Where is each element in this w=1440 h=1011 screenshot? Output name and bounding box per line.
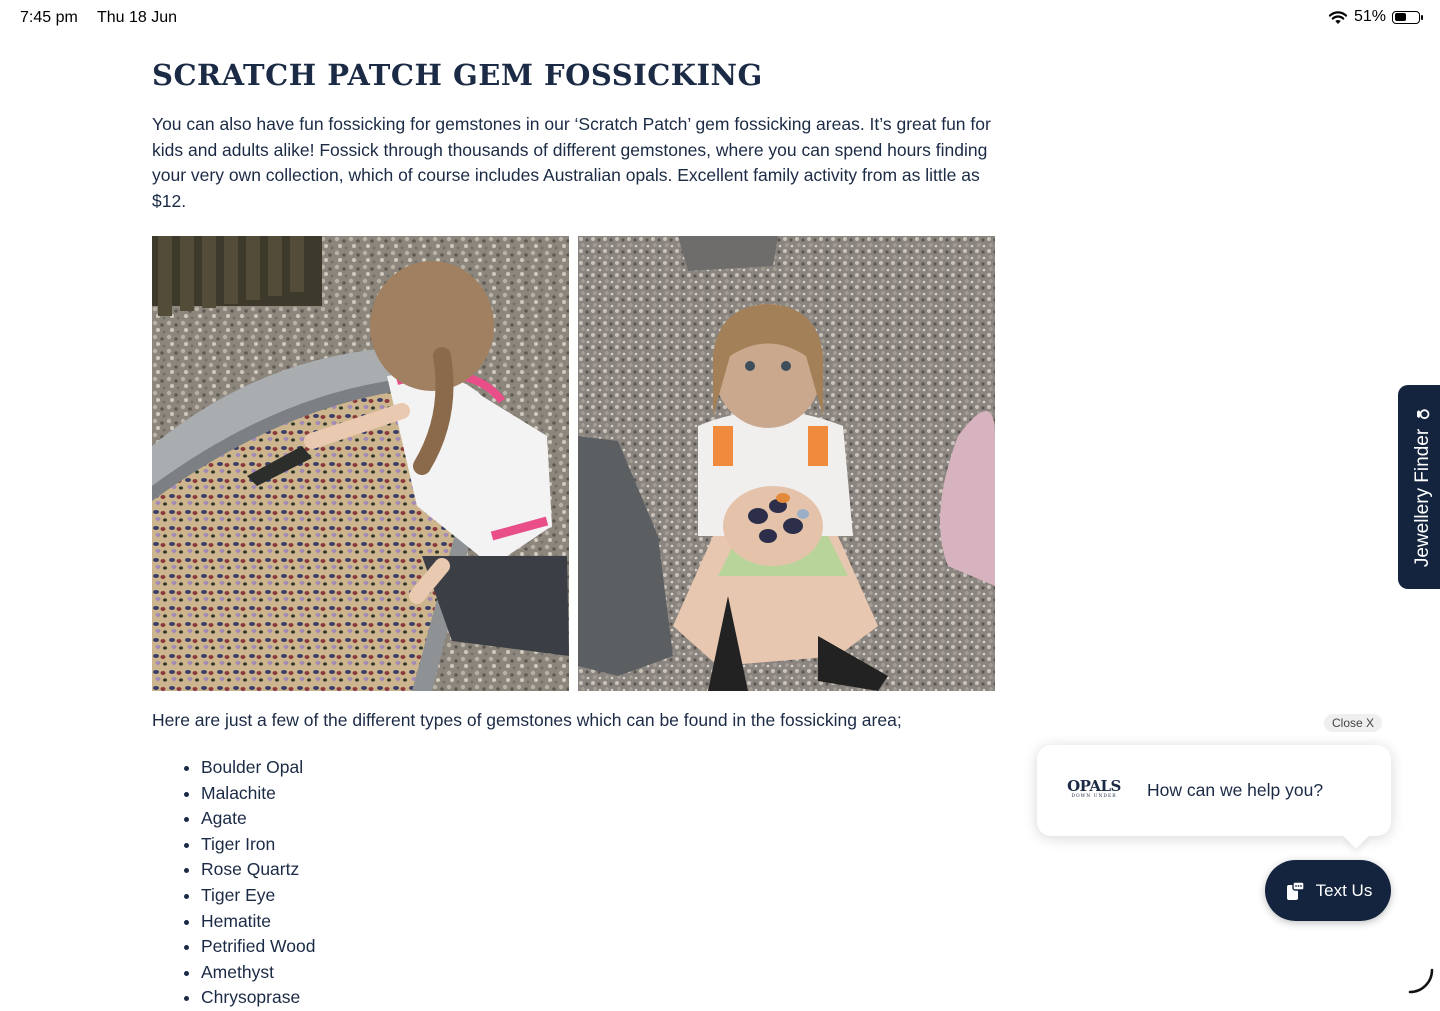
status-indicators: 51% — [1328, 8, 1423, 26]
status-date: Thu 18 Jun — [97, 9, 178, 26]
gemstone-list-lead: Here are just a few of the different typ… — [152, 710, 902, 730]
photo-girl-scratch-patch — [152, 236, 569, 691]
battery-fill — [1394, 13, 1406, 21]
chat-prompt-text: How can we help you? — [1147, 780, 1324, 800]
list-item: Petrified Wood — [201, 934, 315, 960]
list-item: Tiger Eye — [201, 883, 315, 909]
diamond-ring-icon — [1417, 408, 1430, 419]
list-item: Boulder Opal — [201, 755, 315, 781]
list-item: Malachite — [201, 781, 315, 807]
opals-down-under-logo: OPALS DOWN UNDER — [1067, 777, 1121, 800]
intro-paragraph: You can also have fun fossicking for gem… — [152, 114, 991, 211]
list-item: Rose Quartz — [201, 857, 315, 883]
photo-gallery — [152, 236, 995, 691]
chat-prompt-bubble[interactable]: OPALS DOWN UNDER How can we help you? — [1037, 745, 1391, 836]
close-chat-button[interactable]: Close X — [1324, 714, 1383, 732]
text-us-button[interactable]: Text Us — [1265, 860, 1391, 921]
battery-icon — [1392, 10, 1423, 24]
list-item: Hematite — [201, 909, 315, 935]
photo-girl-holding-gems — [578, 236, 995, 691]
jewellery-finder-label: Jewellery Finder — [1412, 428, 1433, 568]
list-item: Chrysoprase — [201, 985, 315, 1011]
jewellery-finder-tab[interactable]: Jewellery Finder — [1398, 385, 1440, 589]
text-us-label: Text Us — [1315, 880, 1373, 900]
chat-phone-icon — [1286, 880, 1305, 900]
list-item: Tiger Iron — [201, 832, 315, 858]
battery-percent: 51% — [1353, 8, 1386, 25]
list-item: Amethyst — [201, 960, 315, 986]
page-title: SCRATCH PATCH GEM FOSSICKING — [152, 58, 763, 92]
gemstone-list: Boulder Opal Malachite Agate Tiger Iron … — [152, 755, 315, 1011]
list-item: Agate — [201, 806, 315, 832]
loading-spinner-icon — [1408, 968, 1434, 994]
status-time: 7:45 pm — [20, 9, 78, 26]
wifi-icon — [1328, 10, 1348, 24]
article: SCRATCH PATCH GEM FOSSICKING You can als… — [152, 58, 997, 1007]
status-bar: 7:45 pm Thu 18 Jun 51% — [0, 0, 1440, 40]
